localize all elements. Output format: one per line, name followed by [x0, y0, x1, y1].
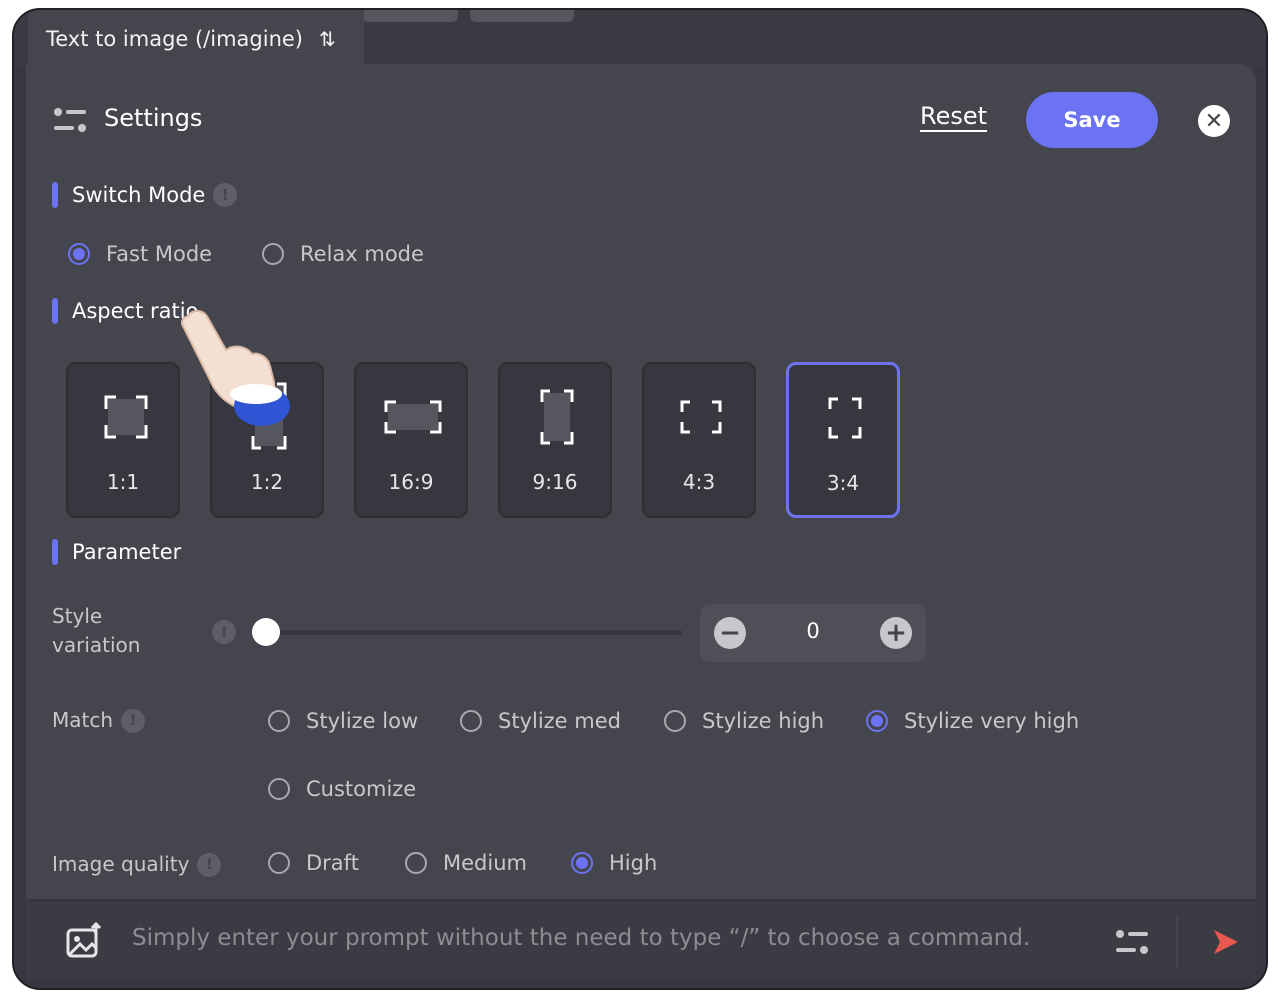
portrait-frame-icon	[828, 397, 862, 439]
radio-stylize-very-high[interactable]: Stylize very high	[866, 709, 1079, 733]
label-text: Image quality	[52, 852, 190, 876]
landscape-frame-icon	[680, 400, 722, 434]
label-line: variation	[52, 633, 141, 657]
radio-button[interactable]	[268, 710, 290, 732]
radio-stylize-high[interactable]: Stylize high	[664, 709, 824, 733]
radio-label: Stylize very high	[904, 709, 1080, 733]
radio-label: Customize	[306, 777, 417, 801]
radio-label: Stylize high	[702, 709, 825, 733]
reset-button[interactable]: Reset	[920, 102, 987, 130]
radio-quality-medium[interactable]: Medium	[405, 851, 527, 875]
radio-button[interactable]	[68, 243, 90, 265]
info-icon[interactable]: !	[121, 708, 146, 733]
radio-label: Draft	[306, 851, 359, 875]
radio-label: Stylize med	[498, 709, 621, 733]
settings-panel: Settings Reset Save ✕ Switch Mode ! Fast…	[26, 64, 1256, 912]
style-variation-slider-track[interactable]	[256, 630, 682, 635]
settings-sliders-icon	[54, 108, 86, 132]
divider	[1176, 916, 1178, 968]
section-accent-bar	[52, 539, 58, 565]
app-window: Text to image (/imagine) ⇅ Settings Rese…	[12, 8, 1268, 990]
radio-quality-draft[interactable]: Draft	[268, 851, 359, 875]
square-frame-icon	[104, 395, 148, 439]
radio-fast-mode[interactable]: Fast Mode	[68, 242, 212, 266]
prompt-bar	[26, 902, 1256, 980]
landscape-frame-icon	[384, 400, 442, 434]
radio-button[interactable]	[262, 243, 284, 265]
radio-customize[interactable]: Customize	[268, 777, 416, 801]
style-variation-stepper: − 0 +	[700, 604, 926, 662]
label-text: Match	[52, 708, 114, 732]
switch-mode-heading: Switch Mode !	[52, 182, 238, 208]
radio-stylize-med[interactable]: Stylize med	[460, 709, 621, 733]
match-label: Match !	[52, 706, 146, 735]
ratio-label: 1:2	[250, 470, 284, 494]
image-upload-icon[interactable]	[66, 922, 104, 958]
radio-quality-high[interactable]: High	[571, 851, 657, 875]
radio-label: High	[609, 851, 658, 875]
ratio-option-4-3[interactable]: 4:3	[642, 362, 756, 518]
ratio-label: 16:9	[388, 470, 434, 494]
save-button[interactable]: Save	[1026, 92, 1158, 148]
send-icon[interactable]	[1212, 928, 1240, 956]
style-variation-label: Style variation	[52, 602, 140, 660]
label-line: Style	[52, 604, 103, 628]
prompt-input[interactable]	[130, 924, 1094, 952]
info-icon[interactable]: !	[213, 183, 238, 207]
ratio-option-3-4[interactable]: 3:4	[786, 362, 900, 518]
plus-icon[interactable]: +	[880, 617, 912, 649]
radio-label: Stylize low	[306, 709, 419, 733]
info-icon[interactable]: !	[212, 620, 236, 644]
section-accent-bar	[52, 182, 58, 208]
radio-button[interactable]	[866, 710, 888, 732]
ratio-option-9-16[interactable]: 9:16	[498, 362, 612, 518]
page-title: Settings	[104, 104, 203, 132]
radio-button[interactable]	[405, 852, 427, 874]
settings-sliders-icon[interactable]	[1114, 928, 1150, 956]
radio-relax-mode[interactable]: Relax mode	[262, 242, 424, 266]
radio-button[interactable]	[268, 852, 290, 874]
tab-label: Text to image (/imagine)	[46, 27, 304, 51]
section-accent-bar	[52, 298, 58, 324]
tab-text-to-image[interactable]: Text to image (/imagine) ⇅	[28, 10, 364, 68]
switch-mode-title: Switch Mode	[72, 183, 206, 207]
image-quality-label: Image quality !	[52, 850, 222, 879]
ratio-option-1-1[interactable]: 1:1	[66, 362, 180, 518]
ratio-option-16-9[interactable]: 16:9	[354, 362, 468, 518]
radio-button[interactable]	[664, 710, 686, 732]
background-tab[interactable]	[362, 10, 458, 22]
radio-button[interactable]	[268, 778, 290, 800]
radio-label: Medium	[443, 851, 527, 875]
style-variation-slider-handle[interactable]	[252, 618, 280, 646]
pointing-hand-icon	[180, 310, 290, 426]
parameter-title: Parameter	[72, 540, 182, 564]
radio-button[interactable]	[460, 710, 482, 732]
close-icon[interactable]: ✕	[1198, 105, 1230, 137]
radio-stylize-low[interactable]: Stylize low	[268, 709, 418, 733]
radio-button[interactable]	[571, 852, 593, 874]
radio-label: Relax mode	[300, 242, 424, 266]
background-tab[interactable]	[470, 10, 574, 22]
ratio-label: 4:3	[682, 470, 716, 494]
ratio-label: 1:1	[106, 470, 140, 494]
info-icon[interactable]: !	[197, 852, 222, 877]
ratio-label: 3:4	[826, 471, 860, 495]
sort-arrows-icon[interactable]: ⇅	[319, 27, 336, 51]
radio-label: Fast Mode	[106, 242, 213, 266]
ratio-label: 9:16	[532, 470, 578, 494]
portrait-frame-icon	[540, 389, 574, 445]
parameter-heading: Parameter	[52, 539, 181, 565]
